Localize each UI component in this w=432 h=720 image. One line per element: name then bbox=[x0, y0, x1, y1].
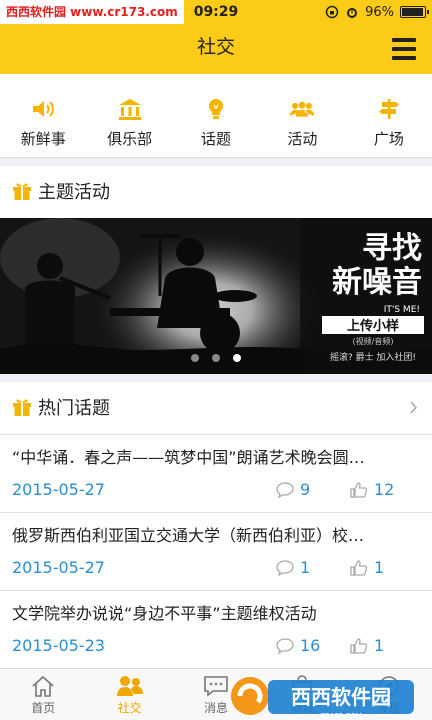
hot-topics-section: 热门话题 bbox=[0, 382, 432, 434]
speaker-icon bbox=[30, 98, 56, 120]
tab-label: 社交 bbox=[117, 701, 142, 715]
comment-count: 16 bbox=[276, 636, 320, 655]
topic-title: 俄罗斯西伯利亚国立交通大学（新西伯利亚）校… bbox=[12, 526, 365, 545]
topic-title: 文学院举办说说“身边不平事”主题维权活动 bbox=[12, 604, 317, 623]
comment-icon bbox=[276, 559, 294, 576]
banner-title-line2: 新噪音 bbox=[332, 265, 422, 300]
shortcut-topic[interactable]: 话题 bbox=[173, 74, 259, 157]
chevron-right-icon[interactable] bbox=[410, 401, 418, 414]
thumbs-up-icon bbox=[350, 481, 368, 498]
like-count-value: 12 bbox=[374, 480, 395, 499]
topic-date: 2015-05-27 bbox=[12, 558, 105, 577]
bank-icon bbox=[117, 98, 143, 120]
banner-title-line1: 寻找 bbox=[362, 231, 422, 266]
shortcut-square[interactable]: 广场 bbox=[346, 74, 432, 157]
message-icon bbox=[204, 676, 228, 697]
comment-count-value: 1 bbox=[300, 558, 311, 577]
like-count: 1 bbox=[350, 636, 384, 655]
topic-item[interactable]: “中华诵．春之声——筑梦中国”朗诵艺术晚会圆… 2015-05-27 9 12 bbox=[0, 434, 432, 512]
people-icon bbox=[116, 676, 143, 696]
logo-subtext: CR173.COM bbox=[320, 712, 362, 720]
like-count-value: 1 bbox=[374, 636, 385, 655]
shortcut-news[interactable]: 新鲜事 bbox=[0, 74, 86, 157]
gift-icon bbox=[13, 399, 31, 416]
shortcut-label: 俱乐部 bbox=[107, 130, 153, 148]
rotation-lock-icon bbox=[325, 5, 339, 19]
shortcut-label: 广场 bbox=[373, 130, 404, 148]
tab-label: 首页 bbox=[31, 701, 56, 715]
battery-percent: 96% bbox=[365, 4, 394, 20]
thumbs-up-icon bbox=[350, 637, 368, 654]
topic-title: “中华诵．春之声——筑梦中国”朗诵艺术晚会圆… bbox=[12, 448, 365, 467]
like-count: 1 bbox=[350, 558, 384, 577]
tab-home[interactable]: 首页 bbox=[0, 669, 86, 720]
banner-badge: IT'S ME! bbox=[384, 305, 420, 315]
logo-text: 西西软件园 bbox=[291, 685, 391, 709]
lightbulb-icon bbox=[203, 98, 229, 120]
status-right: 96% bbox=[325, 0, 429, 24]
hot-topics-header[interactable]: 热门话题 bbox=[0, 382, 432, 432]
signpost-icon bbox=[376, 98, 402, 120]
battery-icon bbox=[400, 6, 429, 18]
banner-tag: 上传小样 bbox=[347, 318, 399, 334]
banner-subtag: (视频/音频) bbox=[353, 336, 394, 346]
nav-bar: 社交 bbox=[0, 24, 432, 74]
shortcut-label: 话题 bbox=[201, 130, 232, 148]
menu-icon[interactable] bbox=[392, 38, 416, 60]
like-count: 12 bbox=[350, 480, 394, 499]
events-banner[interactable]: 寻找 新噪音 IT'S ME! 上传小样 (视频/音频) 摇滚? 爵士 加入社团… bbox=[0, 218, 432, 374]
topic-date: 2015-05-27 bbox=[12, 480, 105, 499]
shortcut-bar: 新鲜事 俱乐部 话题 活动 广场 bbox=[0, 74, 432, 158]
topic-item[interactable]: 俄罗斯西伯利亚国立交通大学（新西伯利亚）校… 2015-05-27 1 1 bbox=[0, 512, 432, 590]
shortcut-label: 新鲜事 bbox=[20, 130, 66, 148]
page-title: 社交 bbox=[196, 36, 235, 58]
shortcut-club[interactable]: 俱乐部 bbox=[86, 74, 172, 157]
tab-social[interactable]: 社交 bbox=[86, 669, 172, 720]
shortcut-label: 活动 bbox=[287, 130, 318, 148]
topic-item[interactable]: 文学院举办说说“身边不平事”主题维权活动 2015-05-23 16 1 bbox=[0, 590, 432, 668]
site-logo-watermark: 西西软件园 CR173.COM bbox=[228, 672, 418, 720]
home-icon bbox=[32, 675, 54, 697]
comment-count: 1 bbox=[276, 558, 310, 577]
comment-count: 9 bbox=[276, 480, 310, 499]
section-title: 热门话题 bbox=[38, 398, 110, 419]
like-count-value: 1 bbox=[374, 558, 385, 577]
comment-icon bbox=[276, 481, 294, 498]
events-header: 主题活动 bbox=[0, 166, 432, 216]
site-logo: 西西软件园 CR173.COM bbox=[231, 677, 414, 720]
thumbs-up-icon bbox=[350, 559, 368, 576]
carousel-dot[interactable] bbox=[212, 354, 220, 362]
section-title: 主题活动 bbox=[38, 182, 110, 203]
events-section: 主题活动 bbox=[0, 166, 432, 218]
carousel-dots bbox=[0, 354, 432, 362]
comment-count-value: 9 bbox=[300, 480, 311, 499]
topic-date: 2015-05-23 bbox=[12, 636, 105, 655]
carousel-dot-active[interactable] bbox=[233, 354, 241, 362]
comment-count-value: 16 bbox=[300, 636, 321, 655]
comment-icon bbox=[276, 637, 294, 654]
alarm-icon bbox=[347, 8, 358, 18]
gift-icon bbox=[13, 183, 31, 200]
tab-label: 消息 bbox=[204, 701, 229, 715]
status-bar: 西西软件园 www.cr173.com 09:29 96% bbox=[0, 0, 432, 24]
shortcut-activity[interactable]: 活动 bbox=[259, 74, 345, 157]
carousel-dot[interactable] bbox=[191, 354, 199, 362]
people-icon bbox=[289, 98, 315, 120]
banner-image: 寻找 新噪音 IT'S ME! 上传小样 (视频/音频) 摇滚? 爵士 加入社团… bbox=[0, 218, 432, 374]
